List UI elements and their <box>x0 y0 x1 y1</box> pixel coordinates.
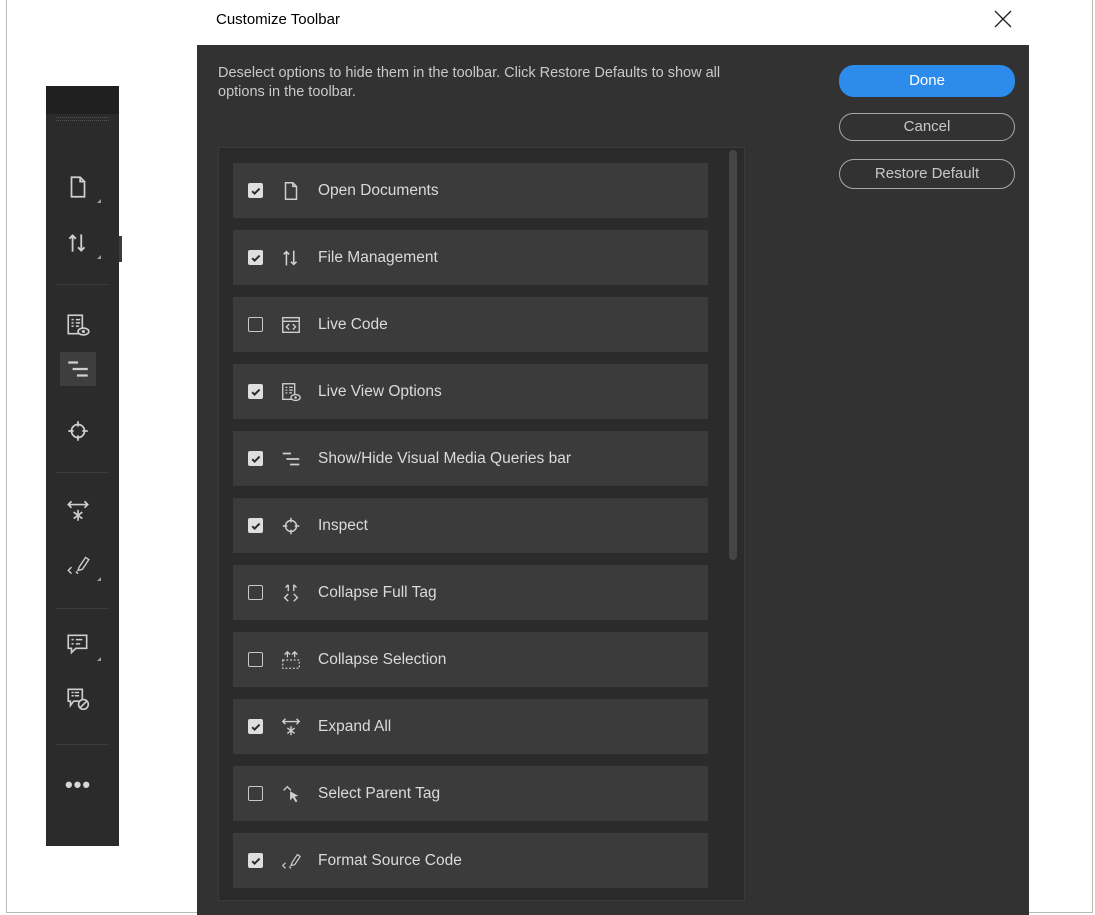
live-view-options-icon <box>279 380 303 404</box>
toolbar-separator <box>56 284 109 285</box>
toolbar-header <box>46 86 119 114</box>
customize-toolbar-dialog: Customize Toolbar Deselect options to hi… <box>197 0 1029 915</box>
list-item[interactable]: Select Parent Tag <box>233 766 708 821</box>
file-transfer-icon[interactable] <box>60 226 101 260</box>
list-item[interactable]: Format Source Code <box>233 833 708 888</box>
checkmark-icon <box>250 855 262 867</box>
item-label: Show/Hide Visual Media Queries bar <box>318 449 572 467</box>
item-label: Select Parent Tag <box>318 784 441 802</box>
expand-all-icon[interactable] <box>60 494 96 528</box>
dialog-body: Deselect options to hide them in the too… <box>197 45 1029 915</box>
select-parent-tag-icon <box>279 782 303 806</box>
list-item[interactable]: Open Documents <box>233 163 708 218</box>
toolbar-options-list: Open Documents File Management Live Code… <box>218 147 745 901</box>
restore-default-button[interactable]: Restore Default <box>839 159 1015 189</box>
done-button[interactable]: Done <box>839 65 1015 97</box>
format-source-code-icon <box>279 849 303 873</box>
media-queries-icon[interactable] <box>60 352 96 386</box>
item-label: Expand All <box>318 717 392 735</box>
list-item[interactable]: Live View Options <box>233 364 708 419</box>
checkbox[interactable] <box>248 451 263 466</box>
flyout-corner-icon <box>97 657 101 661</box>
flyout-corner-icon <box>97 199 101 203</box>
checkmark-icon <box>250 185 262 197</box>
comment-hide-icon[interactable] <box>60 682 96 716</box>
cancel-button[interactable]: Cancel <box>839 113 1015 141</box>
item-label: Collapse Selection <box>318 650 447 668</box>
more-icon[interactable]: ••• <box>60 768 96 802</box>
checkbox[interactable] <box>248 853 263 868</box>
item-label: Format Source Code <box>318 851 462 869</box>
side-toolbar: ••• <box>46 86 122 846</box>
list-item[interactable]: Show/Hide Visual Media Queries bar <box>233 431 708 486</box>
toolbar-edge <box>119 236 122 262</box>
list-item[interactable]: Expand All <box>233 699 708 754</box>
checkmark-icon <box>250 386 262 398</box>
checkbox[interactable] <box>248 317 263 332</box>
list-item[interactable]: Collapse Selection <box>233 632 708 687</box>
list-item[interactable]: Inspect <box>233 498 708 553</box>
list-scrollbar[interactable] <box>729 150 737 560</box>
media-queries-icon <box>279 447 303 471</box>
document-icon <box>279 179 303 203</box>
document-icon[interactable] <box>60 170 101 204</box>
toolbar-grip[interactable] <box>56 117 109 121</box>
checkbox[interactable] <box>248 384 263 399</box>
file-transfer-icon <box>279 246 303 270</box>
dialog-title: Customize Toolbar <box>216 11 340 28</box>
collapse-full-tag-icon <box>279 581 303 605</box>
close-icon[interactable] <box>987 3 1019 35</box>
item-label: File Management <box>318 248 438 266</box>
list-item[interactable]: Collapse Full Tag <box>233 565 708 620</box>
comment-icon[interactable] <box>60 628 101 662</box>
inspect-crosshair-icon <box>279 514 303 538</box>
checkmark-icon <box>250 721 262 733</box>
toolbar-separator <box>56 608 109 609</box>
flyout-corner-icon <box>97 577 101 581</box>
item-label: Live View Options <box>318 382 442 400</box>
checkbox[interactable] <box>248 585 263 600</box>
list-item[interactable]: Live Code <box>233 297 708 352</box>
item-label: Live Code <box>318 315 388 333</box>
expand-all-icon <box>279 715 303 739</box>
collapse-selection-icon <box>279 648 303 672</box>
item-label: Collapse Full Tag <box>318 583 437 601</box>
toolbar-separator <box>56 472 109 473</box>
checkmark-icon <box>250 453 262 465</box>
inspect-crosshair-icon[interactable] <box>60 414 96 448</box>
instructions-text: Deselect options to hide them in the too… <box>218 65 721 100</box>
dialog-titlebar: Customize Toolbar <box>197 0 1029 45</box>
checkmark-icon <box>250 520 262 532</box>
live-code-icon <box>279 313 303 337</box>
checkbox[interactable] <box>248 786 263 801</box>
item-label: Open Documents <box>318 181 439 199</box>
checkbox[interactable] <box>248 719 263 734</box>
live-view-options-icon[interactable] <box>60 308 96 342</box>
checkbox[interactable] <box>248 183 263 198</box>
format-source-code-icon[interactable] <box>60 548 101 582</box>
checkmark-icon <box>250 252 262 264</box>
list-item[interactable]: File Management <box>233 230 708 285</box>
checkbox[interactable] <box>248 250 263 265</box>
item-label: Inspect <box>318 516 368 534</box>
toolbar-separator <box>56 744 109 745</box>
checkbox[interactable] <box>248 518 263 533</box>
flyout-corner-icon <box>97 255 101 259</box>
checkbox[interactable] <box>248 652 263 667</box>
